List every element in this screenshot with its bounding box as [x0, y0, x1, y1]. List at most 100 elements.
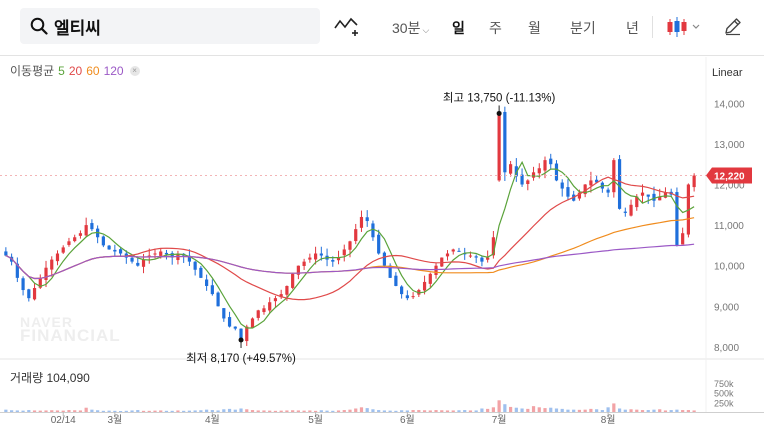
- volume-bar: [491, 407, 495, 412]
- volume-bar: [55, 410, 60, 412]
- candle-body: [566, 187, 570, 197]
- candle-body: [480, 257, 484, 262]
- search-box[interactable]: 엘티씨: [20, 8, 320, 44]
- volume-bar: [359, 407, 364, 412]
- y-tick-label: 14,000: [714, 99, 745, 110]
- candle-body: [4, 251, 8, 256]
- candle-body: [681, 233, 685, 245]
- volume-bar: [526, 408, 530, 412]
- candle-body: [67, 241, 71, 245]
- period-tab-label: 년: [626, 20, 639, 36]
- volume-bar: [371, 409, 375, 412]
- candle-body: [159, 251, 163, 256]
- period-tab-2[interactable]: 주: [489, 18, 502, 38]
- volume-bar: [503, 404, 507, 412]
- volume-bar: [205, 409, 209, 412]
- volume-bar: [159, 410, 163, 412]
- candle-body: [262, 308, 266, 313]
- volume-bar: [612, 403, 616, 412]
- stock-name: 엘티씨: [54, 18, 101, 38]
- volume-bar: [78, 410, 83, 412]
- volume-bar: [101, 410, 105, 412]
- candle-body: [457, 250, 461, 252]
- period-tab-label: 일: [452, 20, 465, 36]
- candle-body: [428, 273, 432, 284]
- volume-bar: [291, 410, 295, 412]
- chevron-down-icon: ⌵: [422, 25, 430, 35]
- candle-body: [90, 223, 94, 230]
- ma-legend-item-60: 60: [86, 63, 100, 78]
- candle-body: [342, 249, 346, 256]
- period-tab-3[interactable]: 월: [528, 18, 541, 38]
- candle-type-icon[interactable]: [666, 15, 702, 39]
- pencil-icon[interactable]: [723, 16, 743, 36]
- volume-bar: [445, 410, 450, 412]
- volume-bar: [692, 410, 696, 412]
- volume-bar: [629, 409, 633, 412]
- volume-bar: [554, 408, 559, 412]
- candle-body: [268, 302, 272, 311]
- volume-bar: [331, 410, 335, 412]
- volume-bar: [245, 409, 249, 412]
- volume-bar: [457, 410, 461, 412]
- candle-body: [537, 168, 541, 174]
- volume-bar: [32, 410, 37, 412]
- close-icon[interactable]: ×: [129, 65, 140, 76]
- volume-bar: [589, 408, 593, 412]
- period-tab-0[interactable]: 30분 ⌵: [392, 18, 429, 38]
- volume-bar: [342, 410, 346, 412]
- volume-bar: [652, 409, 656, 412]
- candle-body: [233, 326, 237, 329]
- volume-bar: [537, 407, 541, 412]
- y-tick-label: 13,000: [714, 140, 745, 151]
- candle-body: [308, 257, 312, 260]
- candle-body: [589, 180, 593, 186]
- volume-bar: [400, 410, 404, 412]
- candle-body: [623, 211, 627, 213]
- volume-bar: [4, 409, 8, 412]
- volume-bar: [308, 410, 312, 412]
- volume-bar: [84, 407, 88, 412]
- period-tab-5[interactable]: 년: [626, 18, 639, 38]
- period-tab-label: 30분: [392, 20, 421, 36]
- volume-bar: [182, 410, 186, 412]
- watermark-line-2: FINANCIAL: [20, 326, 121, 345]
- chart-draw-icon[interactable]: [334, 16, 358, 38]
- y-tick-label: 9,000: [714, 302, 739, 313]
- volume-bar: [199, 410, 203, 412]
- scale-mode-label[interactable]: Linear: [712, 67, 743, 79]
- volume-bar: [600, 410, 604, 412]
- candle-body: [400, 286, 404, 295]
- candle-body: [44, 267, 48, 280]
- candle-body: [468, 255, 473, 257]
- candle-body: [291, 273, 295, 288]
- watermark-logo: NAVER FINANCIAL: [20, 315, 121, 345]
- volume-bar: [113, 410, 117, 412]
- volume-bar: [227, 408, 232, 412]
- volume-bar: [405, 410, 409, 412]
- volume-bar: [27, 410, 31, 412]
- candle-body: [451, 249, 455, 252]
- period-tab-4[interactable]: 분기: [570, 18, 596, 38]
- volume-bar: [239, 408, 243, 412]
- candle-body: [348, 241, 352, 250]
- volume-bar: [623, 409, 627, 412]
- volume-bar: [572, 409, 576, 412]
- y-tick-label: 10,000: [714, 262, 745, 273]
- volume-bar: [658, 409, 662, 412]
- volume-bar: [170, 410, 174, 412]
- volume-bar: [451, 410, 455, 412]
- candle-body: [474, 256, 478, 258]
- volume-bar: [675, 409, 679, 412]
- volume-bar: [118, 411, 123, 412]
- high-annotation-label: 최고 13,750 (-11.13%): [443, 91, 556, 104]
- volume-bar: [233, 409, 237, 412]
- candle-body: [612, 160, 616, 193]
- candle-body: [216, 292, 220, 307]
- period-tab-1[interactable]: 일: [452, 18, 465, 38]
- candle-body: [118, 249, 123, 254]
- candle-body: [394, 275, 398, 286]
- volume-bar: [325, 410, 329, 412]
- volume-bar: [96, 410, 100, 412]
- volume-bar: [577, 409, 582, 412]
